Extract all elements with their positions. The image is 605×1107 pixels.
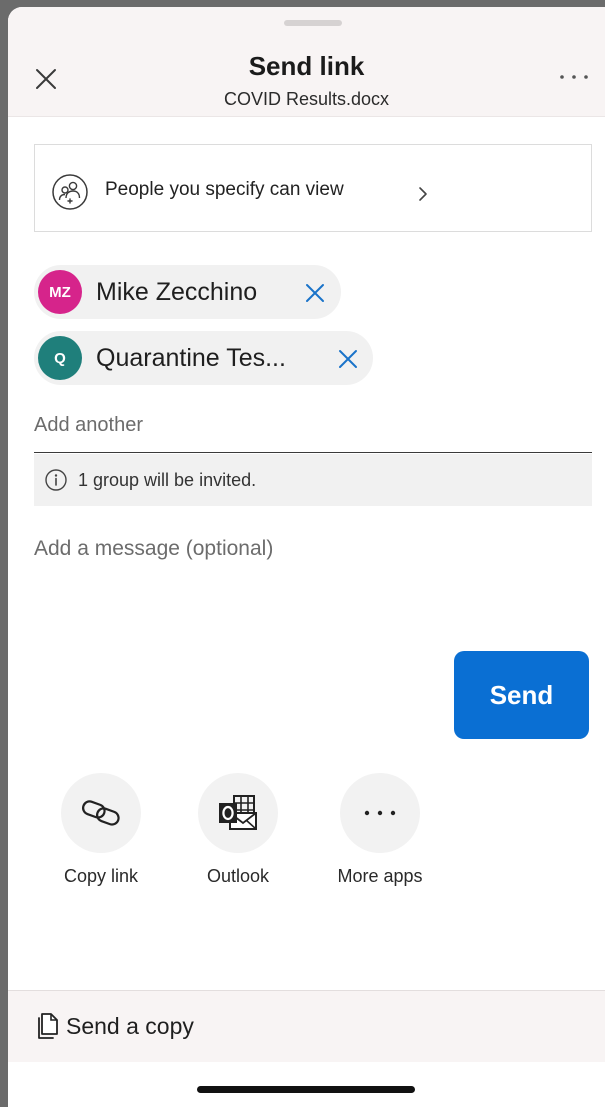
- recipient-name: Mike Zecchino: [96, 278, 258, 306]
- link-permissions-button[interactable]: People you specify can view: [34, 144, 592, 232]
- remove-recipient-icon[interactable]: [337, 348, 359, 370]
- avatar: Q: [38, 336, 82, 380]
- copy-document-icon: [38, 1013, 58, 1039]
- ellipsis-icon: [560, 75, 588, 79]
- permission-label: People you specify can view: [105, 179, 344, 200]
- more-apps-label: More apps: [337, 866, 423, 886]
- avatar-initials: MZ: [49, 283, 71, 301]
- more-apps-button[interactable]: More apps: [305, 773, 455, 903]
- add-recipient-input[interactable]: [34, 407, 592, 453]
- recipient-chip[interactable]: MZ Mike Zecchino: [34, 265, 341, 319]
- avatar-initials: Q: [54, 349, 66, 367]
- home-indicator: [197, 1086, 415, 1093]
- outlook-icon: [219, 795, 257, 830]
- outlook-button[interactable]: Outlook: [163, 773, 313, 903]
- copy-link-circle: [61, 773, 141, 853]
- recipient-chip[interactable]: Q Quarantine Tes...: [34, 331, 373, 385]
- send-copy-label: Send a copy: [66, 1013, 194, 1039]
- send-copy-button[interactable]: Send a copy: [8, 990, 605, 1062]
- share-sheet: Send link COVID Results.docx People you …: [8, 7, 605, 1107]
- recipient-name: Quarantine Tes...: [96, 344, 286, 372]
- send-button[interactable]: Send: [454, 651, 589, 739]
- chevron-right-icon: [419, 187, 427, 201]
- outlook-label: Outlook: [206, 866, 270, 886]
- file-name: COVID Results.docx: [223, 89, 390, 109]
- page-title: Send link: [248, 51, 365, 81]
- outlook-circle: [198, 773, 278, 853]
- message-input[interactable]: [34, 533, 592, 623]
- sheet-header: Send link COVID Results.docx: [8, 7, 605, 117]
- info-icon: [45, 469, 67, 491]
- link-icon: [82, 800, 120, 826]
- remove-recipient-icon[interactable]: [304, 282, 326, 304]
- ellipsis-icon: [364, 810, 396, 816]
- sheet-grabber[interactable]: [284, 20, 342, 26]
- copy-link-button[interactable]: Copy link: [26, 773, 176, 903]
- copy-link-label: Copy link: [63, 866, 139, 886]
- avatar: MZ: [38, 270, 82, 314]
- more-apps-circle: [340, 773, 420, 853]
- people-icon: [52, 174, 88, 210]
- info-banner: 1 group will be invited.: [34, 454, 592, 506]
- more-options-button[interactable]: [556, 67, 592, 87]
- info-text: 1 group will be invited.: [78, 470, 257, 490]
